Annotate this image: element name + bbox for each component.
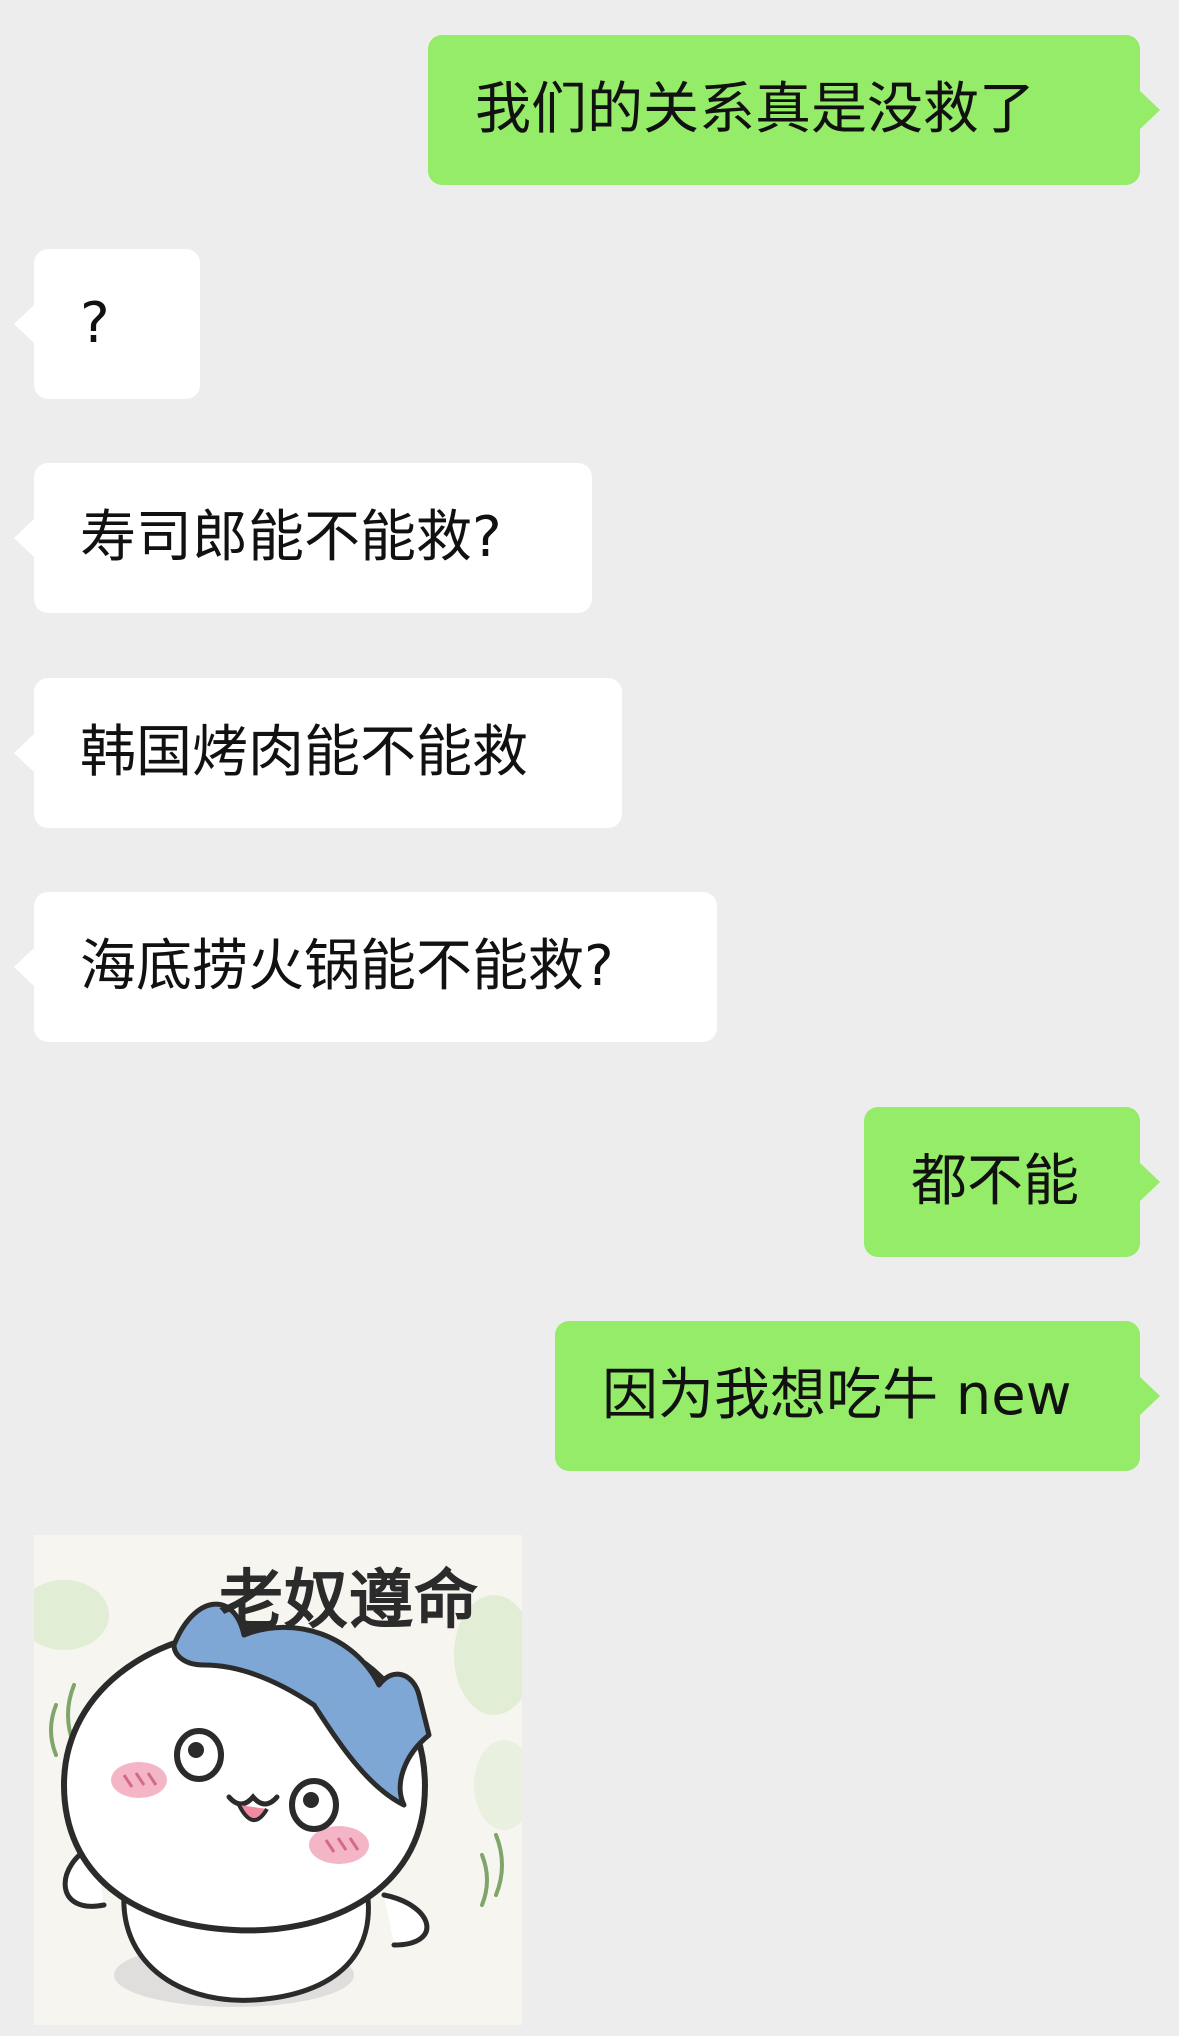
- sticker-caption: 老奴遵命: [219, 1564, 479, 1638]
- message-text: ?: [80, 291, 110, 356]
- message-bubble-received[interactable]: ?: [14, 249, 200, 399]
- message-text: 都不能: [911, 1149, 1079, 1214]
- message-text: 我们的关系真是没救了: [475, 77, 1035, 142]
- message-bubble-received[interactable]: 寿司郎能不能救?: [14, 463, 592, 613]
- message-bubble-sent[interactable]: 我们的关系真是没救了: [428, 35, 1160, 185]
- message-text: 韩国烤肉能不能救: [80, 720, 528, 785]
- message-text: 因为我想吃牛 new: [602, 1363, 1072, 1428]
- message-bubble-sent[interactable]: 因为我想吃牛 new: [555, 1321, 1160, 1471]
- message-text: 海底捞火锅能不能救?: [80, 934, 614, 999]
- message-bubble-received[interactable]: 海底捞火锅能不能救?: [14, 892, 717, 1042]
- sticker-message[interactable]: 老奴遵命: [34, 1535, 522, 2025]
- message-bubble-received[interactable]: 韩国烤肉能不能救: [14, 678, 622, 828]
- message-text: 寿司郎能不能救?: [80, 505, 502, 570]
- message-bubble-sent[interactable]: 都不能: [864, 1107, 1160, 1257]
